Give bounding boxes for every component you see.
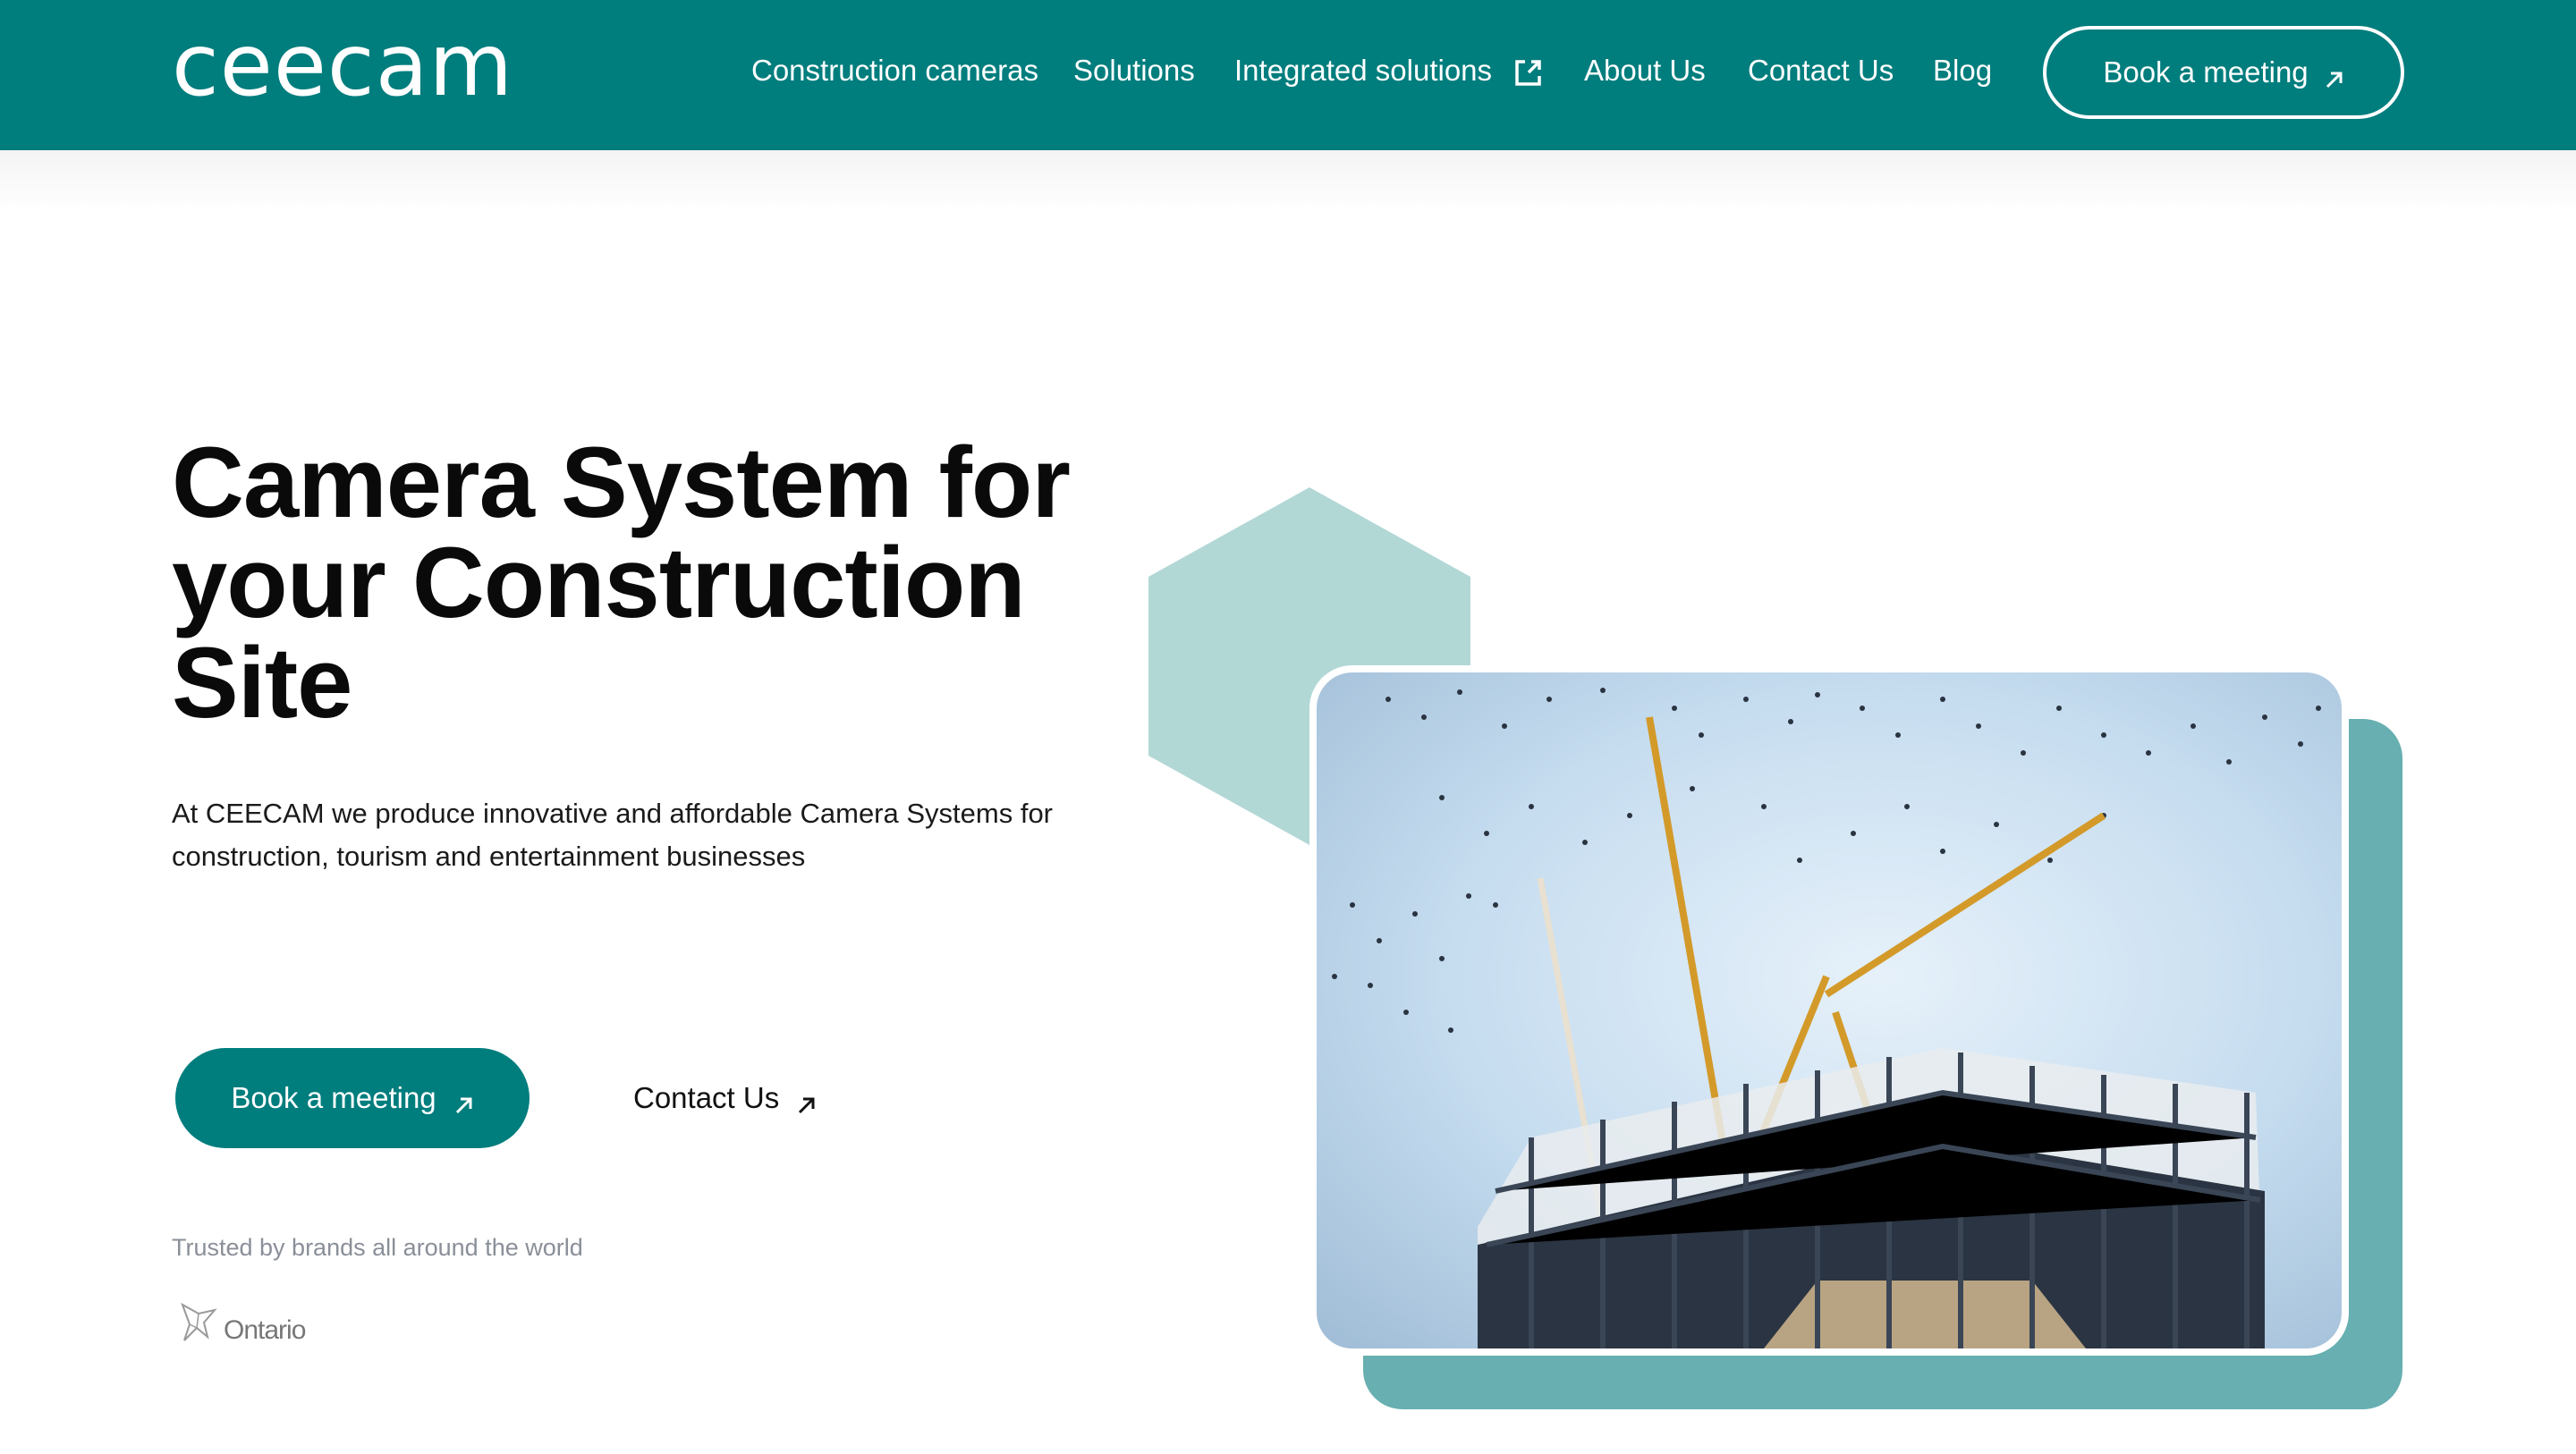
external-link-icon[interactable]: [1513, 57, 1544, 88]
nav-integrated-solutions[interactable]: Integrated solutions: [1234, 48, 1492, 93]
partner-logo-ontario: Ontario: [179, 1295, 306, 1348]
hero-title-line-3: Site: [172, 627, 352, 739]
header-shadow: [0, 150, 2576, 213]
ontario-logo-text: Ontario: [224, 1315, 306, 1345]
ceecam-logo[interactable]: ceecam: [172, 16, 513, 114]
nav-integrated-solutions-label: Integrated solutions: [1234, 54, 1493, 87]
trillium-icon: [179, 1301, 222, 1348]
trusted-by-text: Trusted by brands all around the world: [172, 1234, 583, 1261]
hero-book-meeting-button[interactable]: Book a meeting: [175, 1048, 530, 1148]
nav-construction-cameras[interactable]: Construction cameras: [751, 48, 1038, 93]
nav-solutions[interactable]: Solutions: [1073, 48, 1195, 93]
hero-title-line-1: Camera System for: [172, 427, 1071, 538]
nav-blog[interactable]: Blog: [1933, 48, 1992, 93]
hero-book-meeting-label: Book a meeting: [231, 1081, 436, 1114]
nav-contact-us[interactable]: Contact Us: [1748, 48, 1894, 93]
construction-illustration: [1332, 688, 2321, 1348]
hero-title-line-2: your Construction: [172, 527, 1026, 638]
arrow-up-right-icon: [454, 1088, 474, 1114]
nav-about-us[interactable]: About Us: [1584, 48, 1706, 93]
hero-image-frame: [1309, 665, 2349, 1356]
header-book-meeting-label: Book a meeting: [2103, 55, 2309, 89]
hero-title: Camera System for your Construction Site: [172, 433, 1156, 733]
hero-contact-us-label: Contact Us: [633, 1081, 780, 1114]
site-header: ceecam Construction cameras Solutions In…: [0, 0, 2576, 150]
hero-construction-image: [1317, 672, 2342, 1348]
header-book-meeting-button[interactable]: Book a meeting: [2043, 26, 2404, 119]
arrow-up-right-icon: [2325, 63, 2344, 89]
hero-contact-us-link[interactable]: Contact Us: [633, 1073, 817, 1123]
hero-subtitle: At CEECAM we produce innovative and affo…: [172, 798, 1054, 872]
arrow-up-right-icon: [797, 1088, 817, 1114]
building: [1478, 1048, 2265, 1348]
